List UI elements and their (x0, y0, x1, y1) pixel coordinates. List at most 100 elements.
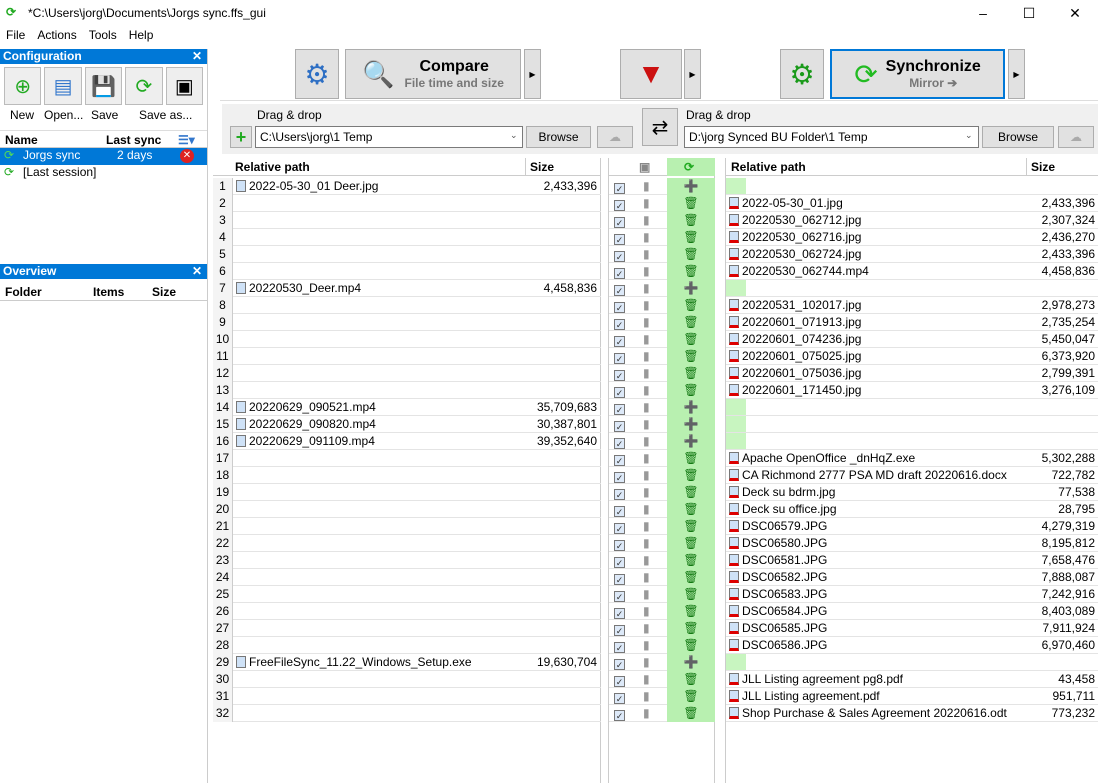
chevron-down-icon[interactable]: ⌄ (965, 130, 973, 141)
action-row[interactable]: ✓ ▮ 🗑 (609, 705, 715, 722)
include-checkbox[interactable]: ✓ (614, 268, 625, 279)
delete-right-icon[interactable]: 🗑 (667, 484, 715, 501)
config-item[interactable]: ⟳ [Last session] (0, 165, 207, 182)
action-row[interactable]: ✓ ▮ 🗑 (609, 484, 715, 501)
menu-tools[interactable]: Tools (89, 28, 117, 42)
action-row[interactable]: ✓ ▮ ➕ (609, 399, 715, 416)
delete-right-icon[interactable]: 🗑 (667, 501, 715, 518)
table-row[interactable]: 19 (213, 484, 601, 501)
table-row[interactable]: Deck su bdrm.jpg 77,538 (726, 484, 1098, 501)
action-row[interactable]: ✓ ▮ 🗑 (609, 365, 715, 382)
table-row[interactable]: 6 (213, 263, 601, 280)
action-row[interactable]: ✓ ▮ ➕ (609, 280, 715, 297)
action-row[interactable]: ✓ ▮ 🗑 (609, 637, 715, 654)
close-panel-icon[interactable]: ✕ (192, 49, 202, 64)
delete-right-icon[interactable]: 🗑 (667, 297, 715, 314)
table-row[interactable]: 31 (213, 688, 601, 705)
chevron-down-icon[interactable]: ⌄ (510, 130, 518, 141)
table-row[interactable]: 20220601_171450.jpg 3,276,109 (726, 382, 1098, 399)
table-row[interactable] (726, 280, 1098, 297)
delete-right-icon[interactable]: 🗑 (667, 637, 715, 654)
menu-actions[interactable]: Actions (37, 28, 76, 42)
delete-right-icon[interactable]: 🗑 (667, 688, 715, 705)
table-row[interactable] (726, 399, 1098, 416)
delete-right-icon[interactable]: 🗑 (667, 569, 715, 586)
swap-sides-button[interactable]: ⇄ (642, 108, 678, 146)
delete-right-icon[interactable]: 🗑 (667, 246, 715, 263)
include-checkbox[interactable]: ✓ (614, 404, 625, 415)
right-browse-button[interactable]: Browse (982, 126, 1054, 148)
include-checkbox[interactable]: ✓ (614, 370, 625, 381)
include-checkbox[interactable]: ✓ (614, 523, 625, 534)
col-last-sync[interactable]: Last sync (106, 131, 161, 149)
table-row[interactable]: 9 (213, 314, 601, 331)
action-row[interactable]: ✓ ▮ 🗑 (609, 603, 715, 620)
col-relative-path[interactable]: Relative path (235, 158, 310, 176)
include-checkbox[interactable]: ✓ (614, 608, 625, 619)
compare-button[interactable]: 🔍 Compare File time and size (345, 49, 521, 99)
include-checkbox[interactable]: ✓ (614, 540, 625, 551)
col-size[interactable]: Size (152, 283, 176, 301)
action-row[interactable]: ✓ ▮ 🗑 (609, 348, 715, 365)
include-checkbox[interactable]: ✓ (614, 234, 625, 245)
create-right-icon[interactable]: ➕ (667, 178, 715, 195)
action-row[interactable]: ✓ ▮ 🗑 (609, 518, 715, 535)
delete-right-icon[interactable]: 🗑 (667, 603, 715, 620)
table-row[interactable]: 20220530_062744.mp4 4,458,836 (726, 263, 1098, 280)
table-row[interactable]: 26 (213, 603, 601, 620)
action-row[interactable]: ✓ ▮ 🗑 (609, 467, 715, 484)
table-row[interactable]: 11 (213, 348, 601, 365)
action-row[interactable]: ✓ ▮ 🗑 (609, 620, 715, 637)
table-row[interactable] (726, 416, 1098, 433)
left-cloud-button[interactable]: ☁ (597, 126, 633, 148)
table-row[interactable]: 10 (213, 331, 601, 348)
delete-right-icon[interactable]: 🗑 (667, 586, 715, 603)
action-row[interactable]: ✓ ▮ 🗑 (609, 297, 715, 314)
action-row[interactable]: ✓ ▮ 🗑 (609, 586, 715, 603)
include-checkbox[interactable]: ✓ (614, 506, 625, 517)
table-row[interactable]: Shop Purchase & Sales Agreement 20220616… (726, 705, 1098, 722)
table-row[interactable]: DSC06579.JPG 4,279,319 (726, 518, 1098, 535)
include-checkbox[interactable]: ✓ (614, 710, 625, 721)
action-row[interactable]: ✓ ▮ 🗑 (609, 229, 715, 246)
action-row[interactable]: ✓ ▮ ➕ (609, 178, 715, 195)
table-row[interactable]: 20220601_071913.jpg 2,735,254 (726, 314, 1098, 331)
action-row[interactable]: ✓ ▮ 🗑 (609, 569, 715, 586)
table-row[interactable]: 20220530_062716.jpg 2,436,270 (726, 229, 1098, 246)
table-row[interactable]: 20220531_102017.jpg 2,978,273 (726, 297, 1098, 314)
action-row[interactable]: ✓ ▮ 🗑 (609, 195, 715, 212)
table-row[interactable]: 15 20220629_090820.mp4 30,387,801 (213, 416, 601, 433)
include-checkbox[interactable]: ✓ (614, 472, 625, 483)
delete-right-icon[interactable]: 🗑 (667, 467, 715, 484)
synchronize-button[interactable]: ⟳ Synchronize Mirror ➔ (830, 49, 1005, 99)
compare-settings-button[interactable]: ⚙ (295, 49, 339, 99)
include-checkbox[interactable]: ✓ (614, 251, 625, 262)
table-row[interactable]: DSC06581.JPG 7,658,476 (726, 552, 1098, 569)
include-checkbox[interactable]: ✓ (614, 659, 625, 670)
sync-settings-button[interactable]: ⚙ (780, 49, 824, 99)
table-row[interactable]: 29 FreeFileSync_11.22_Windows_Setup.exe 19… (213, 654, 601, 671)
delete-right-icon[interactable]: 🗑 (667, 518, 715, 535)
include-checkbox[interactable]: ✓ (614, 642, 625, 653)
col-items[interactable]: Items (93, 283, 124, 301)
action-row[interactable]: ✓ ▮ 🗑 (609, 246, 715, 263)
action-row[interactable]: ✓ ▮ ➕ (609, 654, 715, 671)
delete-right-icon[interactable]: 🗑 (667, 382, 715, 399)
table-row[interactable]: CA Richmond 2777 PSA MD draft 20220616.d… (726, 467, 1098, 484)
include-checkbox[interactable]: ✓ (614, 574, 625, 585)
right-cloud-button[interactable]: ☁ (1058, 126, 1094, 148)
action-row[interactable]: ✓ ▮ 🗑 (609, 263, 715, 280)
include-checkbox[interactable]: ✓ (614, 693, 625, 704)
left-browse-button[interactable]: Browse (526, 126, 591, 148)
delete-right-icon[interactable]: 🗑 (667, 365, 715, 382)
open-config-button[interactable]: ▤ (44, 67, 82, 105)
delete-right-icon[interactable]: 🗑 (667, 620, 715, 637)
save-as-config-button[interactable]: ⟳ (125, 67, 163, 105)
include-checkbox[interactable]: ✓ (614, 217, 625, 228)
include-checkbox[interactable]: ✓ (614, 302, 625, 313)
table-row[interactable]: DSC06585.JPG 7,911,924 (726, 620, 1098, 637)
right-folder-input[interactable] (684, 126, 979, 148)
table-row[interactable]: 23 (213, 552, 601, 569)
table-row[interactable]: 18 (213, 467, 601, 484)
table-row[interactable]: 8 (213, 297, 601, 314)
